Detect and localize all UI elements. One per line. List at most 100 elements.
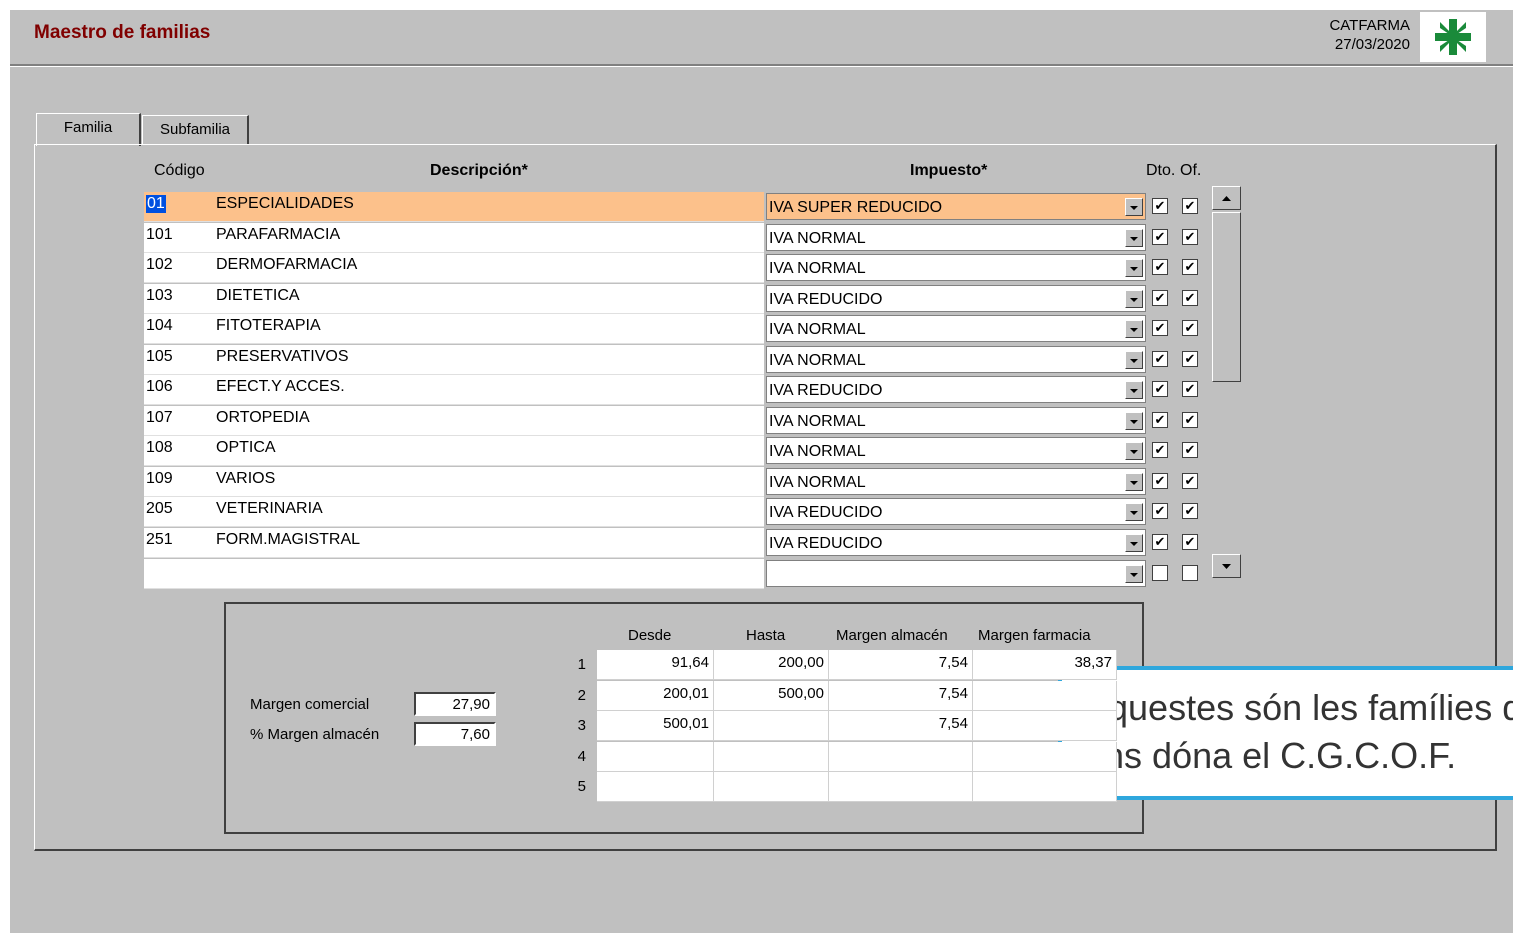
tax-select[interactable]: IVA NORMAL — [766, 254, 1146, 281]
chevron-down-icon[interactable] — [1125, 473, 1143, 491]
family-description[interactable]: EFECT.Y ACCES. — [216, 378, 345, 396]
tax-select[interactable]: IVA NORMAL — [766, 315, 1146, 342]
of-checkbox[interactable]: ✔ — [1182, 351, 1198, 367]
table-row[interactable]: 102 DERMOFARMACIA — [144, 253, 764, 283]
dto-checkbox[interactable]: ✔ — [1152, 442, 1168, 458]
of-checkbox[interactable]: ✔ — [1182, 198, 1198, 214]
margin-cell-pharmacy[interactable]: 38,37 — [973, 650, 1117, 680]
family-code[interactable]: 108 — [146, 439, 173, 457]
chevron-down-icon[interactable] — [1125, 503, 1143, 521]
dto-checkbox[interactable]: ✔ — [1152, 351, 1168, 367]
chevron-down-icon[interactable] — [1125, 259, 1143, 277]
family-description[interactable]: ESPECIALIDADES — [216, 195, 354, 213]
margin-cell-to[interactable]: 200,00 — [714, 650, 829, 680]
family-description[interactable]: FORM.MAGISTRAL — [216, 531, 360, 549]
table-row[interactable]: 107 ORTOPEDIA — [144, 406, 764, 436]
scroll-up-button[interactable] — [1212, 186, 1241, 210]
grid-scrollbar[interactable] — [1212, 186, 1241, 578]
family-code[interactable]: 105 — [146, 348, 173, 366]
tax-select[interactable]: IVA REDUCIDO — [766, 376, 1146, 403]
family-description[interactable]: DERMOFARMACIA — [216, 256, 357, 274]
family-code[interactable]: 251 — [146, 531, 173, 549]
family-description[interactable]: OPTICA — [216, 439, 276, 457]
table-row[interactable]: 01 ESPECIALIDADES — [144, 192, 764, 222]
chevron-down-icon[interactable] — [1125, 565, 1143, 583]
chevron-down-icon[interactable] — [1125, 320, 1143, 338]
table-row[interactable]: 251 FORM.MAGISTRAL — [144, 528, 764, 558]
tax-select[interactable]: IVA REDUCIDO — [766, 529, 1146, 556]
family-code[interactable]: 01 — [146, 195, 166, 213]
margin-cell-warehouse[interactable]: 7,54 — [829, 711, 973, 741]
chevron-down-icon[interactable] — [1125, 381, 1143, 399]
margin-cell-to[interactable] — [714, 711, 829, 741]
margin-cell-pharmacy[interactable] — [973, 772, 1117, 802]
table-row[interactable]: 104 FITOTERAPIA — [144, 314, 764, 344]
tax-select[interactable]: IVA NORMAL — [766, 468, 1146, 495]
margin-cell-warehouse[interactable]: 7,54 — [829, 681, 973, 711]
family-description[interactable]: VETERINARIA — [216, 500, 323, 518]
margin-cell-from[interactable]: 91,64 — [597, 650, 714, 680]
dto-checkbox[interactable]: ✔ — [1152, 259, 1168, 275]
of-checkbox[interactable]: ✔ — [1182, 259, 1198, 275]
margin-cell-warehouse[interactable]: 7,54 — [829, 650, 973, 680]
of-checkbox[interactable]: ✔ — [1182, 442, 1198, 458]
tax-select[interactable]: IVA SUPER REDUCIDO — [766, 193, 1146, 220]
family-code[interactable]: 104 — [146, 317, 173, 335]
chevron-down-icon[interactable] — [1125, 534, 1143, 552]
family-code[interactable]: 103 — [146, 287, 173, 305]
family-code[interactable]: 102 — [146, 256, 173, 274]
dto-checkbox[interactable] — [1152, 565, 1168, 581]
tax-select[interactable]: IVA REDUCIDO — [766, 498, 1146, 525]
table-row[interactable]: 106 EFECT.Y ACCES. — [144, 375, 764, 405]
chevron-down-icon[interactable] — [1125, 229, 1143, 247]
family-code[interactable]: 205 — [146, 500, 173, 518]
margin-cell-from[interactable]: 500,01 — [597, 711, 714, 741]
table-row[interactable]: 103 DIETETICA — [144, 284, 764, 314]
margin-cell-pharmacy[interactable] — [973, 711, 1117, 741]
of-checkbox[interactable]: ✔ — [1182, 503, 1198, 519]
margin-cell-warehouse[interactable] — [829, 742, 973, 772]
tab-familia[interactable]: Familia — [36, 113, 141, 146]
dto-checkbox[interactable]: ✔ — [1152, 473, 1168, 489]
family-code[interactable]: 109 — [146, 470, 173, 488]
family-code[interactable]: 107 — [146, 409, 173, 427]
family-description[interactable]: ORTOPEDIA — [216, 409, 310, 427]
margin-cell-to[interactable]: 500,00 — [714, 681, 829, 711]
dto-checkbox[interactable]: ✔ — [1152, 412, 1168, 428]
family-description[interactable]: FITOTERAPIA — [216, 317, 321, 335]
chevron-down-icon[interactable] — [1125, 442, 1143, 460]
chevron-down-icon[interactable] — [1125, 198, 1143, 216]
family-description[interactable]: PRESERVATIVOS — [216, 348, 348, 366]
margin-cell-to[interactable] — [714, 772, 829, 802]
family-description[interactable]: DIETETICA — [216, 287, 300, 305]
tax-select[interactable]: IVA REDUCIDO — [766, 285, 1146, 312]
table-row[interactable]: 109 VARIOS — [144, 467, 764, 497]
of-checkbox[interactable]: ✔ — [1182, 290, 1198, 306]
margin-cell-from[interactable] — [597, 742, 714, 772]
of-checkbox[interactable]: ✔ — [1182, 229, 1198, 245]
of-checkbox[interactable] — [1182, 565, 1198, 581]
dto-checkbox[interactable]: ✔ — [1152, 534, 1168, 550]
chevron-down-icon[interactable] — [1125, 412, 1143, 430]
family-code[interactable]: 106 — [146, 378, 173, 396]
table-row[interactable]: 101 PARAFARMACIA — [144, 223, 764, 253]
tax-select[interactable] — [766, 560, 1146, 587]
table-row[interactable]: 205 VETERINARIA — [144, 497, 764, 527]
tax-select[interactable]: IVA NORMAL — [766, 407, 1146, 434]
of-checkbox[interactable]: ✔ — [1182, 320, 1198, 336]
dto-checkbox[interactable]: ✔ — [1152, 229, 1168, 245]
of-checkbox[interactable]: ✔ — [1182, 381, 1198, 397]
of-checkbox[interactable]: ✔ — [1182, 534, 1198, 550]
family-description[interactable]: VARIOS — [216, 470, 275, 488]
scroll-down-button[interactable] — [1212, 554, 1241, 578]
chevron-down-icon[interactable] — [1125, 351, 1143, 369]
tax-select[interactable]: IVA NORMAL — [766, 346, 1146, 373]
tab-subfamilia[interactable]: Subfamilia — [142, 115, 249, 144]
table-row[interactable]: 108 OPTICA — [144, 436, 764, 466]
margin-cell-pharmacy[interactable] — [973, 681, 1117, 711]
margin-cell-from[interactable]: 200,01 — [597, 681, 714, 711]
margin-cell-to[interactable] — [714, 742, 829, 772]
margin-cell-warehouse[interactable] — [829, 772, 973, 802]
dto-checkbox[interactable]: ✔ — [1152, 320, 1168, 336]
family-code[interactable]: 101 — [146, 226, 173, 244]
